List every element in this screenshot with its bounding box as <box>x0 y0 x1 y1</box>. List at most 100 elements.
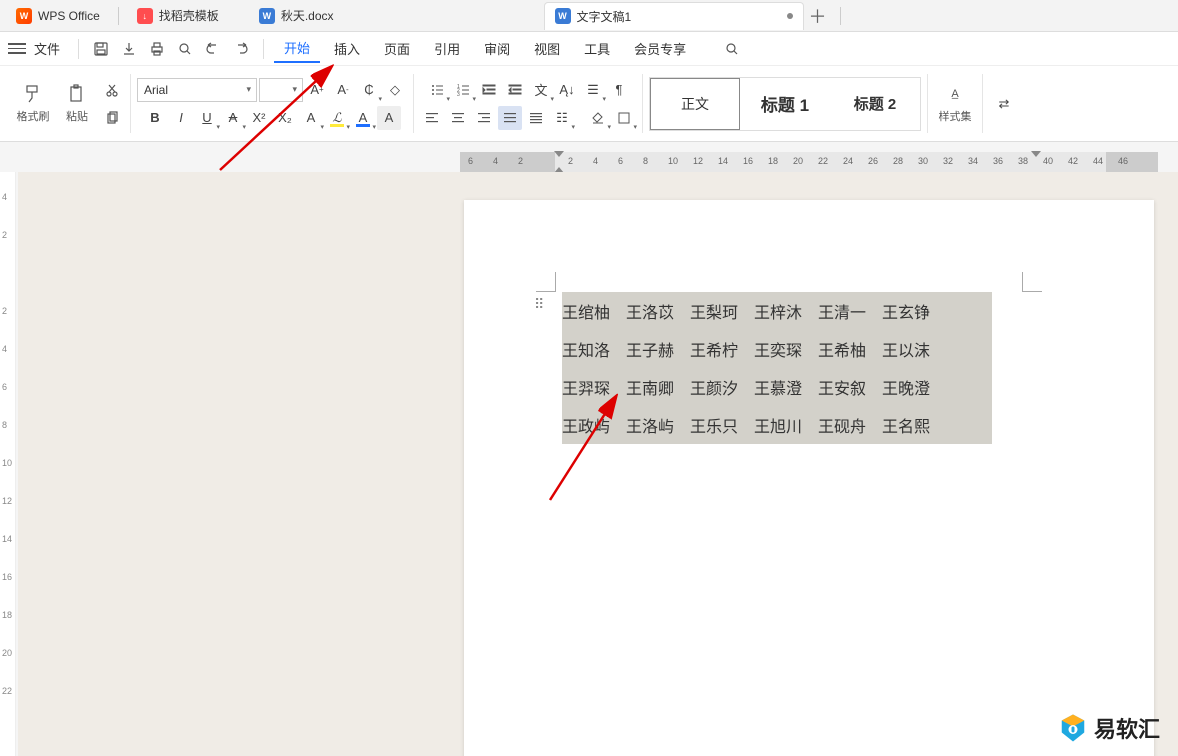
name-cell[interactable]: 王政屿 <box>562 413 626 437</box>
align-distribute-button[interactable] <box>524 106 548 130</box>
underline-button[interactable]: U▾ <box>195 106 219 130</box>
character-shading-button[interactable]: A <box>377 106 401 130</box>
move-handle-icon[interactable]: ⠿ <box>534 296 544 313</box>
undo-button[interactable] <box>201 37 225 61</box>
font-color-button[interactable]: A▾ <box>351 106 375 130</box>
name-cell[interactable]: 王羿琛 <box>562 375 626 399</box>
decrease-font-button[interactable]: A- <box>331 78 355 102</box>
styles-gallery[interactable]: 正文 标题 1 标题 2 <box>649 77 921 131</box>
style-set-button[interactable]: A̲ 样式集 <box>934 75 976 133</box>
name-cell[interactable]: 王晚澄 <box>882 375 946 399</box>
search-icon[interactable] <box>720 37 744 61</box>
strikethrough-button[interactable]: A▾ <box>221 106 245 130</box>
hamburger-icon[interactable] <box>8 43 26 54</box>
vertical-ruler[interactable]: 42246810121416182022 <box>0 172 16 756</box>
align-left-button[interactable] <box>420 106 444 130</box>
page[interactable]: ⠿ 王绾柚王洛苡王梨珂王梓沐王清一王玄铮王知洛王子赫王希柠王奕琛王希柚王以沫王羿… <box>464 200 1154 756</box>
name-cell[interactable]: 王名熙 <box>882 413 946 437</box>
name-cell[interactable]: 王慕澄 <box>754 375 818 399</box>
change-case-button[interactable]: ₵▾ <box>357 78 381 102</box>
border-button[interactable]: ▾ <box>612 106 636 130</box>
tab-document-autumn[interactable]: W 秋天.docx <box>249 2 344 30</box>
name-cell[interactable]: 王南卿 <box>626 375 690 399</box>
redo-button[interactable] <box>229 37 253 61</box>
text-line[interactable]: 王羿琛王南卿王颜汐王慕澄王安叙王晚澄 <box>562 368 992 406</box>
text-direction-button[interactable]: 文▾ <box>529 78 553 102</box>
find-replace-button[interactable]: ⇄ <box>989 84 1019 124</box>
highlight-button[interactable]: ℒ▾ <box>325 106 349 130</box>
name-cell[interactable]: 王洛苡 <box>626 299 690 323</box>
print-preview-button[interactable] <box>173 37 197 61</box>
file-menu[interactable]: 文件 <box>34 39 60 58</box>
align-justify-button[interactable] <box>498 106 522 130</box>
text-line[interactable]: 王政屿王洛屿王乐只王旭川王砚舟王名熙 <box>562 406 992 444</box>
text-line[interactable]: 王知洛王子赫王希柠王奕琛王希柚王以沫 <box>562 330 992 368</box>
menu-tools[interactable]: 工具 <box>574 35 620 62</box>
name-cell[interactable]: 王旭川 <box>754 413 818 437</box>
number-list-button[interactable]: 123▾ <box>451 78 475 102</box>
right-indent-marker-icon[interactable] <box>1031 151 1041 157</box>
show-marks-button[interactable]: ¶ <box>607 78 631 102</box>
menu-start[interactable]: 开始 <box>274 34 320 63</box>
italic-button[interactable]: I <box>169 106 193 130</box>
name-cell[interactable]: 王梓沐 <box>754 299 818 323</box>
name-cell[interactable]: 王以沫 <box>882 337 946 361</box>
name-cell[interactable]: 王绾柚 <box>562 299 626 323</box>
name-cell[interactable]: 王知洛 <box>562 337 626 361</box>
name-cell[interactable]: 王洛屿 <box>626 413 690 437</box>
format-painter-button[interactable]: 格式刷 <box>12 75 54 133</box>
line-spacing-button[interactable]: ☰▾ <box>581 78 605 102</box>
new-tab-button[interactable]: ＋ <box>804 2 832 30</box>
tab-wps-office[interactable]: W WPS Office <box>6 2 110 30</box>
menu-review[interactable]: 审阅 <box>474 35 520 62</box>
name-cell[interactable]: 王玄铮 <box>882 299 946 323</box>
sort-button[interactable]: Ą↓ <box>555 78 579 102</box>
style-heading1[interactable]: 标题 1 <box>740 78 830 130</box>
name-cell[interactable]: 王颜汐 <box>690 375 754 399</box>
subscript-button[interactable]: X₂ <box>273 106 297 130</box>
menu-insert[interactable]: 插入 <box>324 35 370 62</box>
name-cell[interactable]: 王希柠 <box>690 337 754 361</box>
tab-daoke[interactable]: ↓ 找稻壳模板 <box>127 2 229 30</box>
name-cell[interactable]: 王梨珂 <box>690 299 754 323</box>
menu-member[interactable]: 会员专享 <box>624 35 696 62</box>
font-size-select[interactable] <box>259 78 303 102</box>
menu-page[interactable]: 页面 <box>374 35 420 62</box>
save-button[interactable] <box>89 37 113 61</box>
copy-button[interactable] <box>100 106 124 130</box>
align-right-button[interactable] <box>472 106 496 130</box>
superscript-button[interactable]: X² <box>247 106 271 130</box>
bold-button[interactable]: B <box>143 106 167 130</box>
print-button[interactable] <box>145 37 169 61</box>
align-center-button[interactable] <box>446 106 470 130</box>
selected-text-block[interactable]: 王绾柚王洛苡王梨珂王梓沐王清一王玄铮王知洛王子赫王希柠王奕琛王希柚王以沫王羿琛王… <box>562 292 992 444</box>
bullet-list-button[interactable]: ▾ <box>425 78 449 102</box>
name-cell[interactable]: 王安叙 <box>818 375 882 399</box>
indent-marker-top-icon[interactable] <box>554 151 564 157</box>
name-cell[interactable]: 王清一 <box>818 299 882 323</box>
paragraph-spacing-button[interactable]: ☷▾ <box>550 106 574 130</box>
style-heading2[interactable]: 标题 2 <box>830 78 920 130</box>
font-name-select[interactable]: Arial <box>137 78 257 102</box>
cut-button[interactable] <box>100 78 124 102</box>
name-cell[interactable]: 王砚舟 <box>818 413 882 437</box>
name-cell[interactable]: 王子赫 <box>626 337 690 361</box>
decrease-indent-button[interactable] <box>477 78 501 102</box>
paste-button[interactable]: 粘贴 <box>56 84 98 124</box>
tab-document-active[interactable]: W 文字文稿1 <box>544 2 804 30</box>
style-normal[interactable]: 正文 <box>650 78 740 130</box>
increase-font-button[interactable]: A+ <box>305 78 329 102</box>
name-cell[interactable]: 王乐只 <box>690 413 754 437</box>
text-line[interactable]: 王绾柚王洛苡王梨珂王梓沐王清一王玄铮 <box>562 292 992 330</box>
increase-indent-button[interactable] <box>503 78 527 102</box>
name-cell[interactable]: 王希柚 <box>818 337 882 361</box>
text-effects-button[interactable]: A▾ <box>299 106 323 130</box>
menu-reference[interactable]: 引用 <box>424 35 470 62</box>
name-cell[interactable]: 王奕琛 <box>754 337 818 361</box>
export-button[interactable] <box>117 37 141 61</box>
clear-format-button[interactable]: ◇ <box>383 78 407 102</box>
shading-button[interactable]: ▾ <box>586 106 610 130</box>
menu-view[interactable]: 视图 <box>524 35 570 62</box>
horizontal-ruler[interactable]: 6422468101214161820222426283032343638404… <box>460 152 1158 172</box>
document-canvas[interactable]: ⠿ 王绾柚王洛苡王梨珂王梓沐王清一王玄铮王知洛王子赫王希柠王奕琛王希柚王以沫王羿… <box>18 172 1178 756</box>
